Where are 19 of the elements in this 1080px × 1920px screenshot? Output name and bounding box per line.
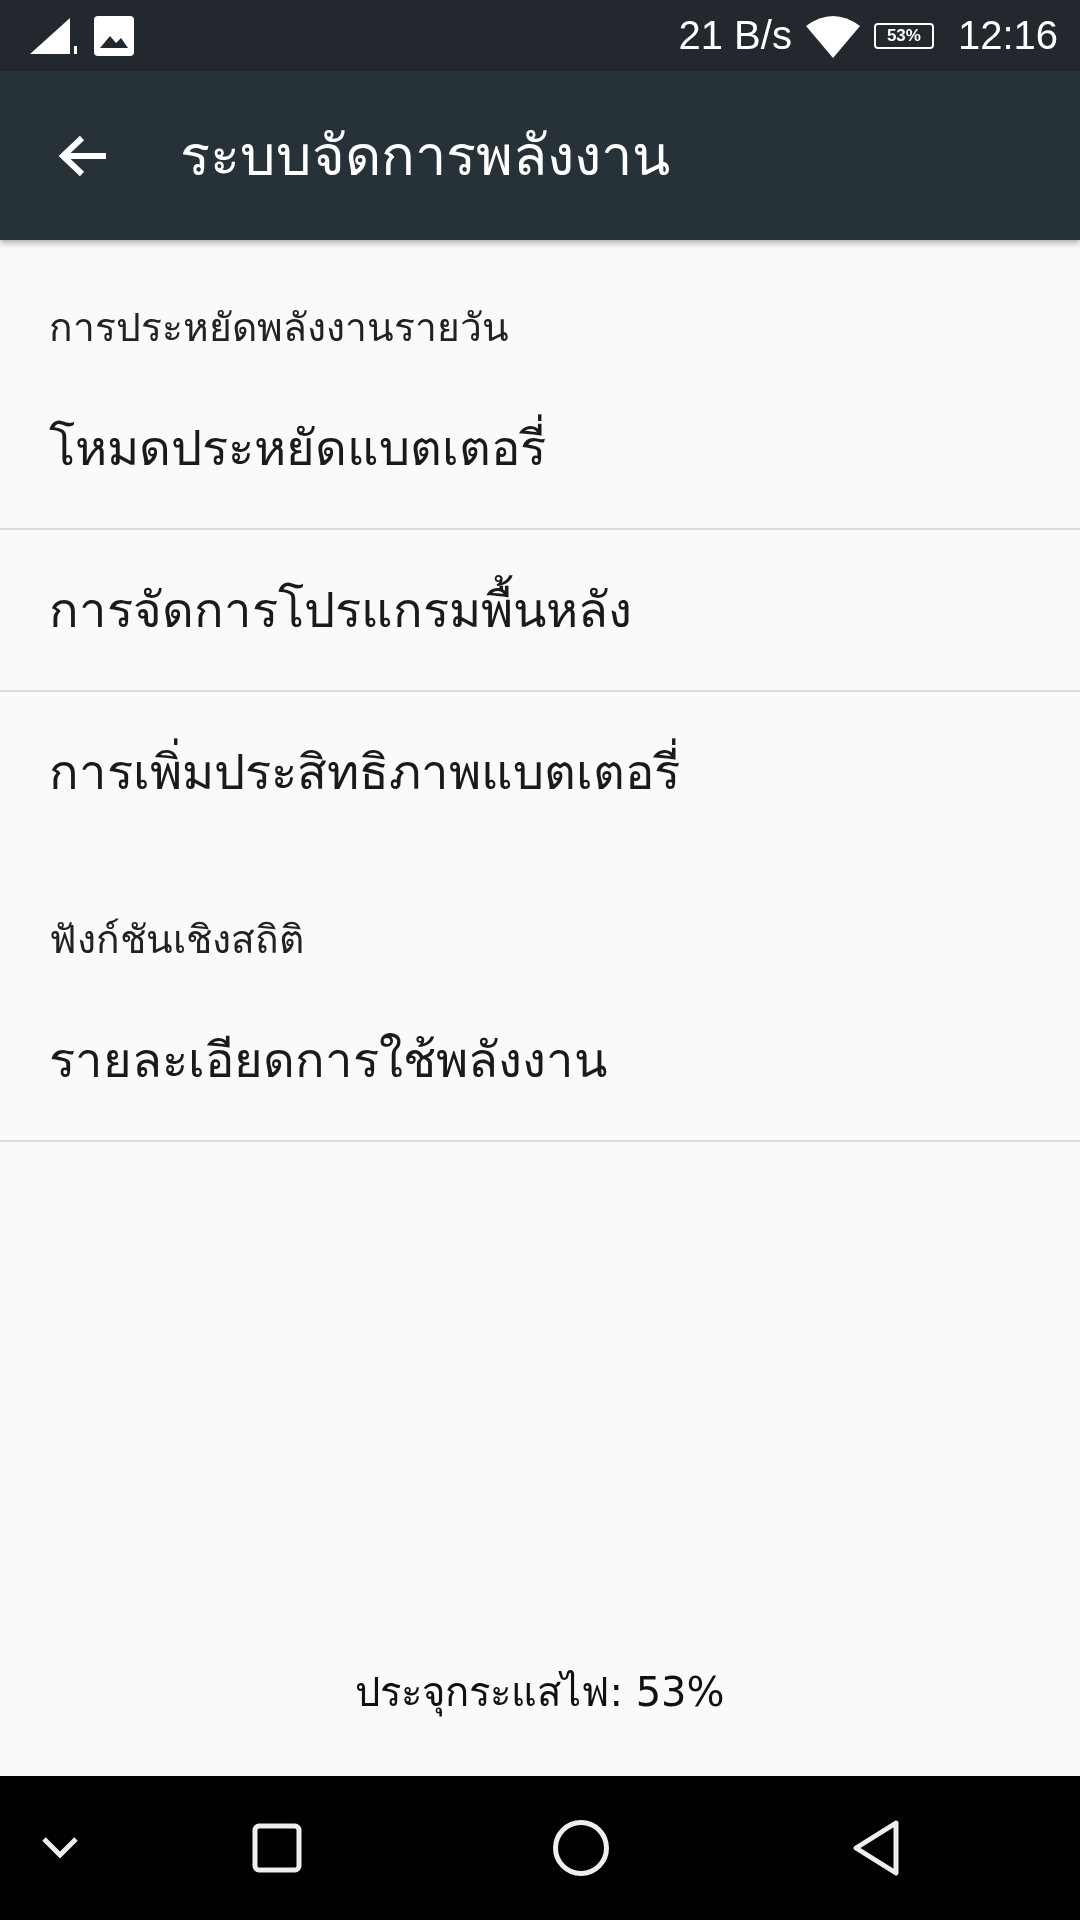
settings-item[interactable]: การเพิ่มประสิทธิภาพแบตเตอรี่ <box>0 692 1080 852</box>
chevron-down-icon[interactable] <box>42 1837 78 1859</box>
back-icon[interactable] <box>852 1820 900 1876</box>
section-header: การประหยัดพลังงานรายวัน <box>48 304 510 352</box>
battery-icon: 53% <box>873 22 934 49</box>
section-header: ฟังก์ชันเชิงสถิติ <box>48 916 305 964</box>
network-speed: 21 B/s <box>678 13 792 58</box>
signal-icon <box>30 15 80 56</box>
settings-item[interactable]: รายละเอียดการใช้พลังงาน <box>0 980 1080 1142</box>
wifi-icon <box>805 13 860 58</box>
settings-item[interactable]: การจัดการโปรแกรมพื้นหลัง <box>0 530 1080 692</box>
recents-icon[interactable] <box>252 1823 302 1873</box>
home-icon[interactable] <box>552 1819 610 1877</box>
clock: 12:16 <box>957 13 1058 58</box>
image-icon <box>94 15 134 56</box>
screen-title: ระบบจัดการพลังงาน <box>180 122 670 190</box>
settings-item[interactable]: โหมดประหยัดแบตเตอรี่ <box>0 368 1080 530</box>
back-arrow-icon[interactable] <box>58 133 108 178</box>
charging-status: ประจุกระแสไฟ: 53% <box>355 1669 725 1715</box>
